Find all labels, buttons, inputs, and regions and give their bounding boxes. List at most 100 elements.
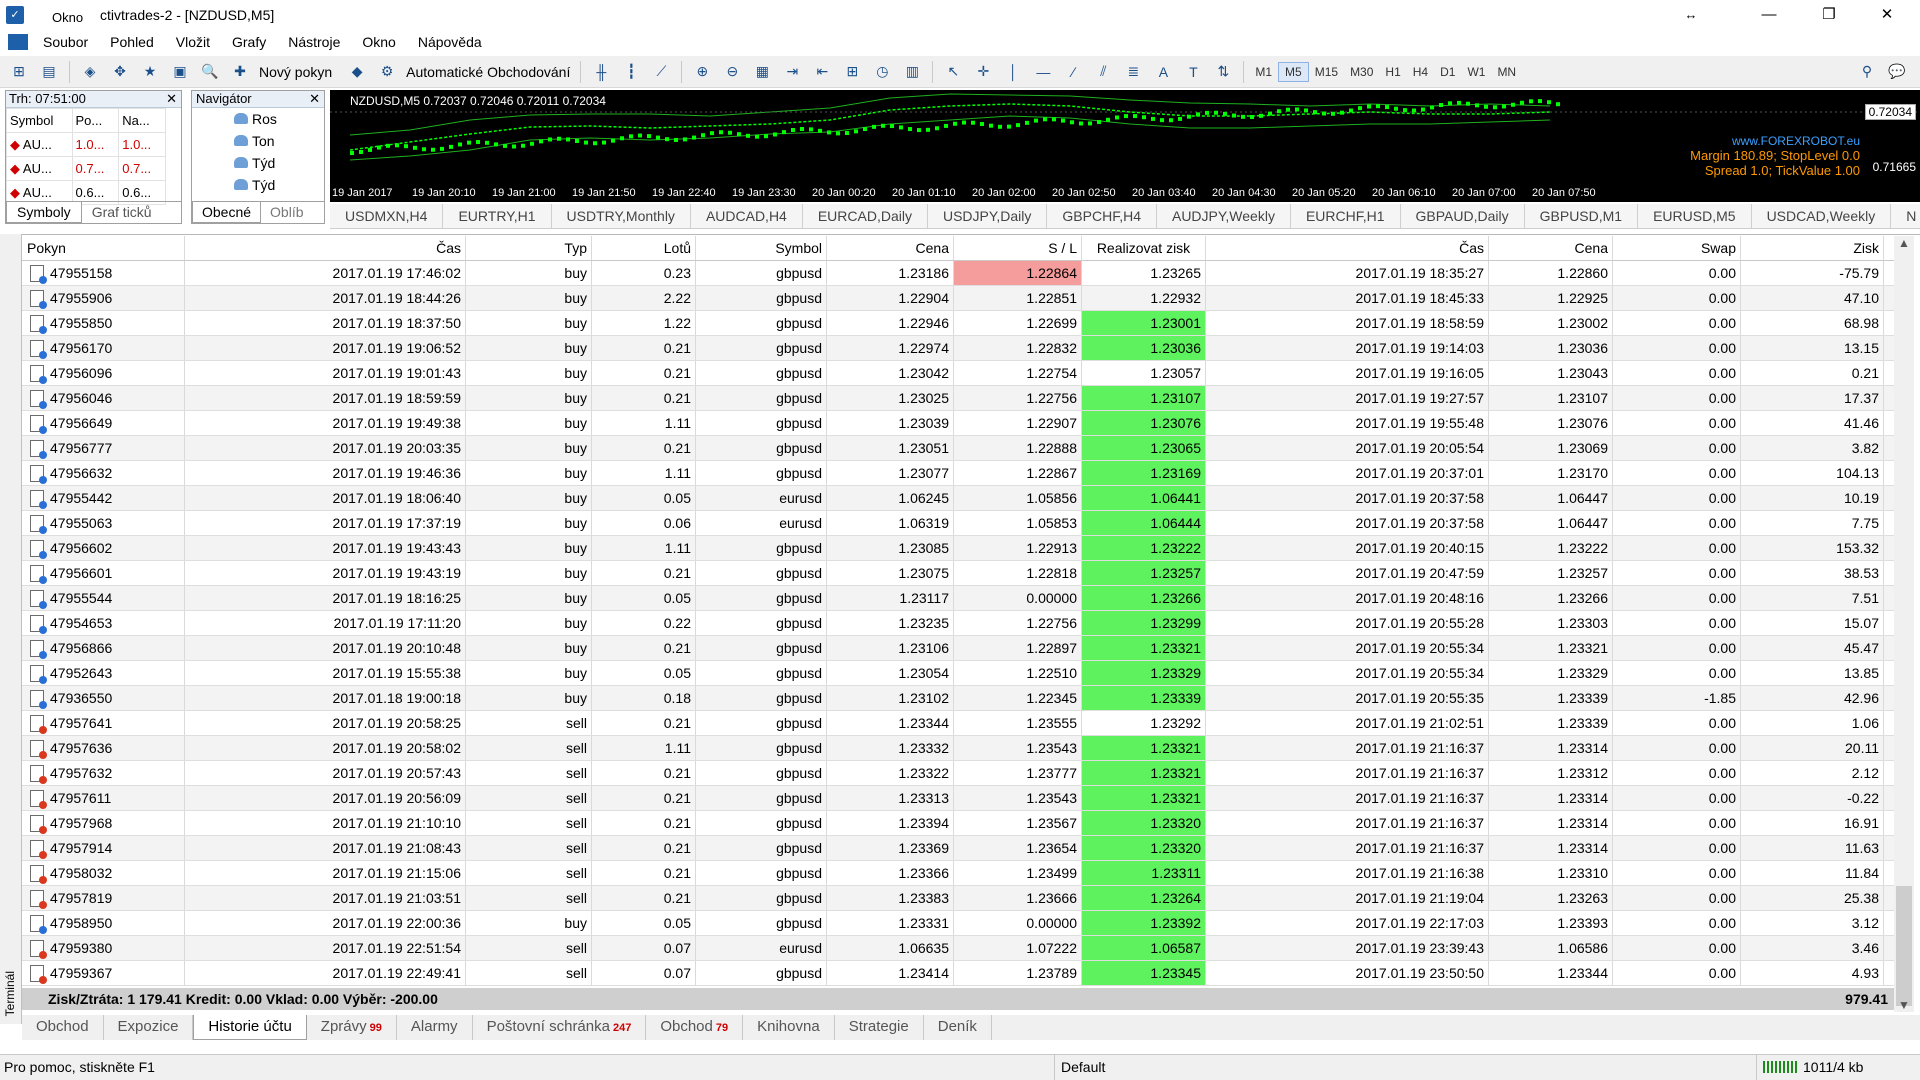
table-row[interactable]: 47957632 2017.01.19 20:57:43 sell 0.21 gbpus… (22, 761, 1894, 786)
market-watch-icon[interactable]: ◈ (77, 59, 103, 85)
crosshair-icon[interactable]: ✛ (970, 59, 996, 85)
table-row[interactable]: 47956096 2017.01.19 19:01:43 buy 0.21 gbpusd… (22, 361, 1894, 386)
timeframe-h1[interactable]: H1 (1379, 63, 1406, 81)
timeframe-w1[interactable]: W1 (1461, 63, 1491, 81)
terminal-tab[interactable]: Expozice (104, 1015, 194, 1040)
terminal-tab[interactable]: Obchod (22, 1015, 104, 1040)
table-row[interactable]: 47957914 2017.01.19 21:08:43 sell 0.21 gbpus… (22, 836, 1894, 861)
table-row[interactable]: 47956602 2017.01.19 19:43:43 buy 1.11 gbpusd… (22, 536, 1894, 561)
column-header[interactable]: Po... (71, 108, 120, 133)
chart-tab[interactable]: EURCHF,H1 (1291, 204, 1401, 228)
navigator-icon[interactable]: ★ (137, 59, 163, 85)
table-row[interactable]: 47936550 2017.01.18 19:00:18 buy 0.18 gbpusd… (22, 686, 1894, 711)
terminal-tab[interactable]: Poštovní schránka 247 (473, 1015, 647, 1040)
auto-trading-icon[interactable]: ⚙ (374, 59, 400, 85)
navigator-item[interactable]: Ton (192, 130, 324, 152)
price-chart[interactable]: NZDUSD,M5 0.72037 0.72046 0.72011 0.7203… (330, 90, 1920, 202)
cursor-icon[interactable]: ↖ (940, 59, 966, 85)
terminal-tab[interactable]: Zprávy 99 (307, 1015, 397, 1040)
table-row[interactable]: 47958032 2017.01.19 21:15:06 sell 0.21 gbpus… (22, 861, 1894, 886)
vertical-line-icon[interactable]: │ (1000, 59, 1026, 85)
tile-windows-icon[interactable]: ▦ (749, 59, 775, 85)
table-row[interactable]: 47956046 2017.01.19 18:59:59 buy 0.21 gbpusd… (22, 386, 1894, 411)
table-row[interactable]: 47952643 2017.01.19 15:55:38 buy 0.05 gbpusd… (22, 661, 1894, 686)
timeframe-mn[interactable]: MN (1491, 63, 1522, 81)
menu-tools[interactable]: Nástroje (277, 34, 351, 50)
chart-tab[interactable]: USDCAD,Weekly (1752, 204, 1892, 228)
chart-tab[interactable]: AUDCAD,H4 (691, 204, 803, 228)
chart-tab[interactable]: AUDJPY,Weekly (1157, 204, 1291, 228)
column-header[interactable]: Cena (827, 236, 954, 260)
table-row[interactable]: 47955158 2017.01.19 17:46:02 buy 0.23 gbpusd… (22, 261, 1894, 286)
table-row[interactable]: 47959367 2017.01.19 22:49:41 sell 0.07 gbpus… (22, 961, 1894, 986)
auto-trading-button[interactable]: Automatické Obchodování (406, 64, 570, 80)
metaeditor-icon[interactable]: ◆ (344, 59, 370, 85)
column-header[interactable]: S / L (954, 236, 1082, 260)
profiles-icon[interactable]: ▤ (36, 59, 62, 85)
search-icon[interactable]: ⚲ (1854, 59, 1880, 85)
terminal-tab[interactable]: Alarmy (397, 1015, 473, 1040)
column-header[interactable]: Cena (1489, 236, 1613, 260)
new-chart-icon[interactable]: ⊞ (6, 59, 32, 85)
table-row[interactable]: 47956632 2017.01.19 19:46:36 buy 1.11 gbpusd… (22, 461, 1894, 486)
line-chart-icon[interactable]: ⟋ (648, 59, 674, 85)
column-header[interactable]: Lotů (592, 236, 696, 260)
close-icon[interactable]: ✕ (166, 91, 177, 107)
autoscroll-icon[interactable]: ⇤ (809, 59, 835, 85)
table-row[interactable]: 47955544 2017.01.19 18:16:25 buy 0.05 gbpusd… (22, 586, 1894, 611)
timeframe-m1[interactable]: M1 (1249, 63, 1278, 81)
chart-tab[interactable]: USDTRY,Monthly (552, 204, 691, 228)
fibo-icon[interactable]: ≣ (1120, 59, 1146, 85)
menu-view[interactable]: Pohled (99, 34, 165, 50)
chart-tab[interactable]: GBPAUD,Daily (1401, 204, 1525, 228)
close-icon[interactable]: ✕ (309, 91, 320, 107)
table-row[interactable]: 47959380 2017.01.19 22:51:54 sell 0.07 eurus… (22, 936, 1894, 961)
symbol-row[interactable]: ◆ AU... 0.7... 0.7... (6, 156, 166, 181)
chart-tab[interactable]: GBPUSD,M1 (1525, 204, 1639, 228)
timeframe-m15[interactable]: M15 (1309, 63, 1344, 81)
timeframe-m30[interactable]: M30 (1344, 63, 1379, 81)
tab-tick-chart[interactable]: Graf ticků (82, 202, 162, 223)
menu-help[interactable]: Nápověda (407, 34, 493, 50)
templates-icon[interactable]: ▥ (899, 59, 925, 85)
vertical-scrollbar[interactable]: ▲ ▼ (1894, 236, 1914, 1012)
menu-window[interactable]: Okno (351, 34, 406, 50)
table-row[interactable]: 47956777 2017.01.19 20:03:35 buy 0.21 gbpusd… (22, 436, 1894, 461)
column-header[interactable]: Typ (466, 236, 592, 260)
chart-tab[interactable]: USDJPY,Daily (928, 204, 1048, 228)
terminal-tab[interactable]: Obchod 79 (646, 1015, 744, 1040)
new-order-icon[interactable]: ✚ (227, 59, 253, 85)
navigator-item[interactable]: Ros (192, 108, 324, 130)
table-row[interactable]: 47954653 2017.01.19 17:11:20 buy 0.22 gbpusd… (22, 611, 1894, 636)
chart-tab[interactable]: USDMXN,H4 (330, 204, 444, 228)
terminal-tab[interactable]: Deník (924, 1015, 992, 1040)
maximize-button[interactable]: ❐ (1806, 0, 1852, 29)
chat-icon[interactable]: 💬 (1884, 59, 1910, 85)
column-header[interactable]: Na... (118, 108, 166, 133)
table-row[interactable]: 47955906 2017.01.19 18:44:26 buy 2.22 gbpusd… (22, 286, 1894, 311)
timeframe-d1[interactable]: D1 (1434, 63, 1461, 81)
timeframe-m5[interactable]: M5 (1278, 61, 1309, 82)
trendline-icon[interactable]: ∕ (1060, 59, 1086, 85)
new-order-button[interactable]: Nový pokyn (259, 64, 332, 80)
chart-tab[interactable]: EURCAD,Daily (803, 204, 928, 228)
table-row[interactable]: 47955442 2017.01.19 18:06:40 buy 0.05 eurusd… (22, 486, 1894, 511)
terminal-icon[interactable]: ▣ (167, 59, 193, 85)
text-icon[interactable]: A (1150, 59, 1176, 85)
tester-icon[interactable]: 🔍 (197, 59, 223, 85)
menu-charts[interactable]: Grafy (221, 34, 277, 50)
terminal-tab[interactable]: Historie účtu (193, 1015, 307, 1040)
tab-symbols[interactable]: Symboly (6, 202, 82, 223)
zoom-in-icon[interactable]: ⊕ (689, 59, 715, 85)
symbol-row[interactable]: ◆ AU... 1.0... 1.0... (6, 132, 166, 157)
tab-favorites[interactable]: Oblíb (261, 202, 312, 223)
table-row[interactable]: 47957968 2017.01.19 21:10:10 sell 0.21 gbpus… (22, 811, 1894, 836)
scroll-up-icon[interactable]: ▲ (1898, 236, 1910, 250)
menu-insert[interactable]: Vložit (165, 34, 221, 50)
zoom-out-icon[interactable]: ⊖ (719, 59, 745, 85)
column-header[interactable]: Swap (1613, 236, 1741, 260)
arrows-icon[interactable]: ⇅ (1210, 59, 1236, 85)
table-row[interactable]: 47957641 2017.01.19 20:58:25 sell 0.21 gbpus… (22, 711, 1894, 736)
table-row[interactable]: 47955063 2017.01.19 17:37:19 buy 0.06 eurusd… (22, 511, 1894, 536)
horizontal-line-icon[interactable]: — (1030, 59, 1056, 85)
